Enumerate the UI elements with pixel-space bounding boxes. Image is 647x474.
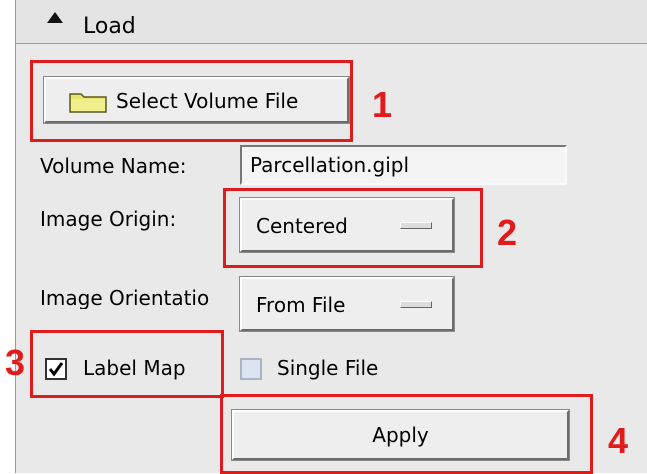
volume-name-label: Volume Name: [40, 154, 187, 178]
image-origin-label: Image Origin: [40, 207, 177, 231]
image-orientation-selected: From File [256, 293, 346, 317]
callout-number-4: 4 [608, 420, 629, 461]
option-menu-indicator-icon [400, 301, 432, 308]
callout-box-1 [30, 60, 353, 142]
single-file-checkbox[interactable] [240, 358, 262, 380]
callout-box-2 [223, 188, 483, 268]
callout-box-4 [220, 394, 593, 474]
callout-box-3 [30, 330, 224, 398]
single-file-label: Single File [277, 356, 379, 380]
callout-number-3: 3 [5, 342, 26, 383]
callout-number-1: 1 [372, 84, 393, 125]
collapse-triangle-icon[interactable] [46, 10, 64, 29]
load-section-header[interactable]: Load [15, 0, 647, 44]
volume-name-input[interactable] [240, 145, 567, 185]
callout-number-2: 2 [497, 212, 518, 253]
section-title: Load [83, 14, 136, 39]
image-orientation-option-menu[interactable]: From File [240, 277, 454, 331]
image-orientation-label: Image Orientatio [40, 287, 210, 309]
